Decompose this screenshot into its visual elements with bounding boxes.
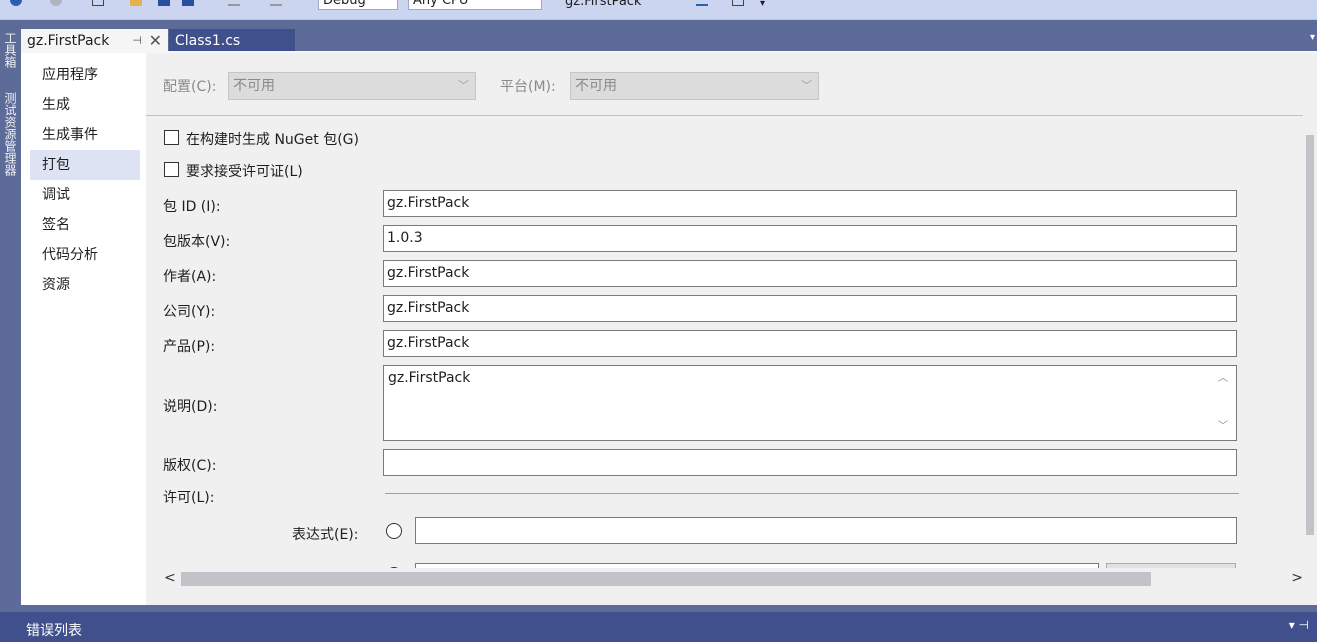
- authors-label: 作者(A):: [163, 269, 217, 285]
- tab-label: gz.FirstPack: [27, 33, 110, 49]
- nav-item-build-events[interactable]: 生成事件: [21, 120, 139, 150]
- company-input[interactable]: gz.FirstPack: [383, 295, 1237, 322]
- save-icon[interactable]: [158, 0, 170, 6]
- nav-item-build[interactable]: 生成: [21, 90, 139, 120]
- copyright-label: 版权(C):: [163, 458, 217, 474]
- nav-item-application[interactable]: 应用程序: [21, 60, 139, 90]
- redo-icon[interactable]: [270, 0, 282, 6]
- attach-icon[interactable]: [696, 0, 708, 6]
- properties-nav: 应用程序 生成 生成事件 打包 调试 签名 代码分析 资源: [21, 53, 146, 605]
- nav-item-package[interactable]: 打包: [30, 150, 140, 180]
- close-icon[interactable]: ✕: [149, 29, 162, 53]
- expression-label: 表达式(E):: [292, 527, 359, 543]
- toolbar: Debug Any CPU gz.FirstPack ▾: [0, 0, 1317, 20]
- platform-combo[interactable]: Any CPU: [408, 0, 542, 10]
- window-icon[interactable]: [732, 0, 744, 6]
- expression-radio[interactable]: [386, 523, 402, 539]
- divider: [146, 115, 1317, 116]
- license-divider: [385, 493, 1239, 494]
- pin-icon[interactable]: ⊣: [132, 29, 142, 53]
- side-tab-test-explorer[interactable]: 测试资源管理器: [2, 92, 18, 176]
- config-select: 不可用 ﹀: [228, 72, 476, 100]
- platform-select: 不可用 ﹀: [570, 72, 819, 100]
- package-id-input[interactable]: gz.FirstPack: [383, 190, 1237, 217]
- version-input[interactable]: 1.0.3: [383, 225, 1237, 252]
- nuget-on-build-checkbox[interactable]: [164, 130, 179, 145]
- nav-item-code-analysis[interactable]: 代码分析: [21, 240, 139, 270]
- description-textarea[interactable]: gz.FirstPack ︿ ﹀: [383, 365, 1237, 441]
- chevron-down-icon[interactable]: ﹀: [1218, 417, 1228, 437]
- toolbar-overflow-icon[interactable]: ▾: [760, 0, 765, 14]
- chevron-up-icon[interactable]: ︿: [1218, 369, 1228, 389]
- scroll-right-icon[interactable]: >: [1291, 570, 1303, 586]
- side-toolwindow-strip: 工具箱 测试资源管理器: [0, 20, 21, 612]
- scroll-left-icon[interactable]: <: [164, 570, 176, 586]
- tab-overflow-icon[interactable]: ▾: [1310, 32, 1315, 43]
- nav-item-debug[interactable]: 调试: [21, 180, 139, 210]
- chevron-down-icon: ﹀: [458, 79, 469, 92]
- vs-window: Debug Any CPU gz.FirstPack ▾ 工具箱 测试资源管理器…: [0, 0, 1317, 642]
- version-label: 包版本(V):: [163, 234, 231, 250]
- chevron-down-icon: ﹀: [801, 79, 812, 92]
- config-combo[interactable]: Debug: [318, 0, 398, 10]
- copyright-input[interactable]: [383, 449, 1237, 476]
- description-text: gz.FirstPack: [388, 370, 471, 386]
- company-label: 公司(Y):: [163, 304, 216, 320]
- nav-item-signing[interactable]: 签名: [21, 210, 139, 240]
- tab-label: Class1.cs: [175, 33, 241, 49]
- authors-input[interactable]: gz.FirstPack: [383, 260, 1237, 287]
- nav-item-resources[interactable]: 资源: [21, 270, 139, 300]
- error-list-title[interactable]: 错误列表: [26, 620, 82, 640]
- vertical-scrollbar[interactable]: [1303, 115, 1317, 605]
- config-label: 配置(C):: [163, 79, 217, 95]
- side-tab-toolbox[interactable]: 工具箱: [2, 32, 18, 68]
- forward-icon[interactable]: [50, 0, 62, 6]
- save-all-icon[interactable]: [182, 0, 194, 6]
- config-select-value: 不可用: [233, 78, 275, 94]
- panel-controls-icon[interactable]: ▾ ⊣: [1289, 618, 1309, 632]
- package-settings: 配置(C): 不可用 ﹀ 平台(M): 不可用 ﹀ 在构建时生成 NuGet 包…: [146, 53, 1317, 605]
- platform-select-value: 不可用: [575, 78, 617, 94]
- require-license-checkbox[interactable]: [164, 162, 179, 177]
- vertical-scroll-thumb[interactable]: [1306, 135, 1314, 535]
- product-input[interactable]: gz.FirstPack: [383, 330, 1237, 357]
- package-id-label: 包 ID (I):: [163, 199, 221, 215]
- platform-label: 平台(M):: [500, 79, 556, 95]
- tab-gz-firstpack[interactable]: gz.FirstPack ⊣ ✕: [21, 29, 168, 53]
- project-properties-page: 应用程序 生成 生成事件 打包 调试 签名 代码分析 资源 配置(C): 不可用…: [21, 53, 1317, 605]
- description-label: 说明(D):: [163, 399, 218, 415]
- expression-input[interactable]: [415, 517, 1237, 544]
- error-list-panel-header: 错误列表 ▾ ⊣: [0, 612, 1317, 642]
- startup-project[interactable]: gz.FirstPack: [565, 0, 685, 10]
- nuget-on-build-label[interactable]: 在构建时生成 NuGet 包(G): [186, 129, 359, 149]
- open-folder-icon[interactable]: [130, 0, 142, 6]
- tab-class1-cs[interactable]: Class1.cs: [169, 29, 295, 53]
- product-label: 产品(P):: [163, 339, 216, 355]
- scroll-thumb[interactable]: [181, 572, 1151, 586]
- require-license-label[interactable]: 要求接受许可证(L): [186, 161, 303, 181]
- horizontal-scrollbar[interactable]: < >: [146, 568, 1317, 590]
- new-item-icon[interactable]: [92, 0, 104, 6]
- document-tab-well: gz.FirstPack ⊣ ✕ Class1.cs ▾: [21, 20, 1317, 53]
- panel-separator: [0, 605, 1317, 612]
- license-label: 许可(L):: [163, 490, 215, 506]
- undo-icon[interactable]: [228, 0, 240, 6]
- back-icon[interactable]: [10, 0, 22, 6]
